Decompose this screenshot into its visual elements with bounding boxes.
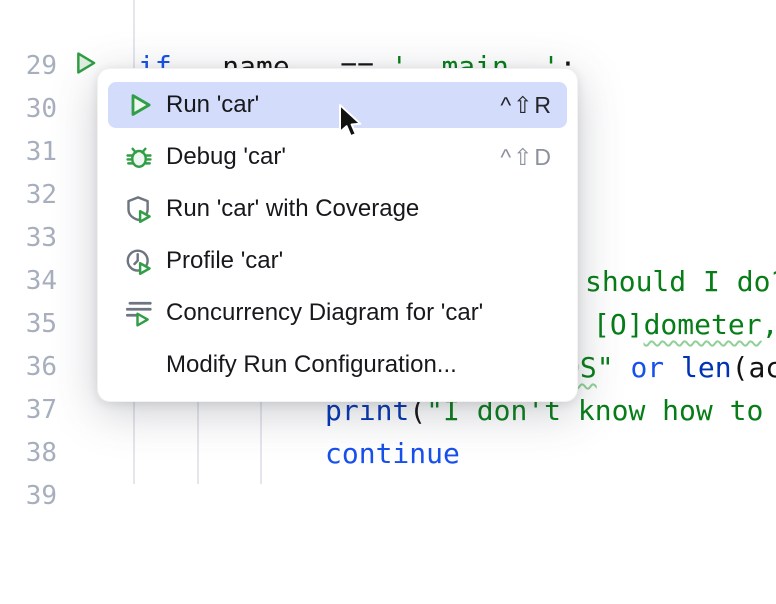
menu-item-label: Profile 'car': [166, 247, 553, 275]
code-text[interactable]: continue: [325, 432, 460, 475]
run-with-coverage-icon: [124, 194, 154, 224]
run-icon: [124, 90, 154, 120]
menu-item-shortcut: ^⇧R: [500, 92, 553, 119]
menu-item-modify-run-configuration[interactable]: Modify Run Configuration...: [108, 342, 567, 388]
menu-item-label: Concurrency Diagram for 'car': [166, 299, 553, 327]
menu-item-label: Modify Run Configuration...: [166, 351, 553, 379]
code-text[interactable]: [O]dometer,: [593, 303, 776, 346]
concurrency-diagram-icon: [124, 298, 154, 328]
mouse-cursor-icon: [337, 103, 365, 143]
gutter-run-icon[interactable]: [71, 49, 99, 77]
line-number: 39: [0, 475, 57, 518]
menu-item-run-with-coverage[interactable]: Run 'car' with Coverage: [108, 186, 567, 232]
menu-item-label: Run 'car': [166, 91, 500, 119]
menu-item-shortcut: ^⇧D: [500, 144, 553, 171]
editor-line-39: 39 continue: [0, 432, 776, 475]
menu-item-concurrency-diagram[interactable]: Concurrency Diagram for 'car': [108, 290, 567, 336]
code-text[interactable]: OS" or len(ac: [563, 346, 776, 389]
editor-line-29: 29: [0, 2, 776, 45]
menu-item-profile[interactable]: Profile 'car': [108, 238, 567, 284]
profile-icon: [124, 246, 154, 276]
menu-item-label: Run 'car' with Coverage: [166, 195, 553, 223]
menu-item-label: Debug 'car': [166, 143, 500, 171]
debug-icon: [124, 142, 154, 172]
code-text[interactable]: should I do?: [585, 260, 776, 303]
